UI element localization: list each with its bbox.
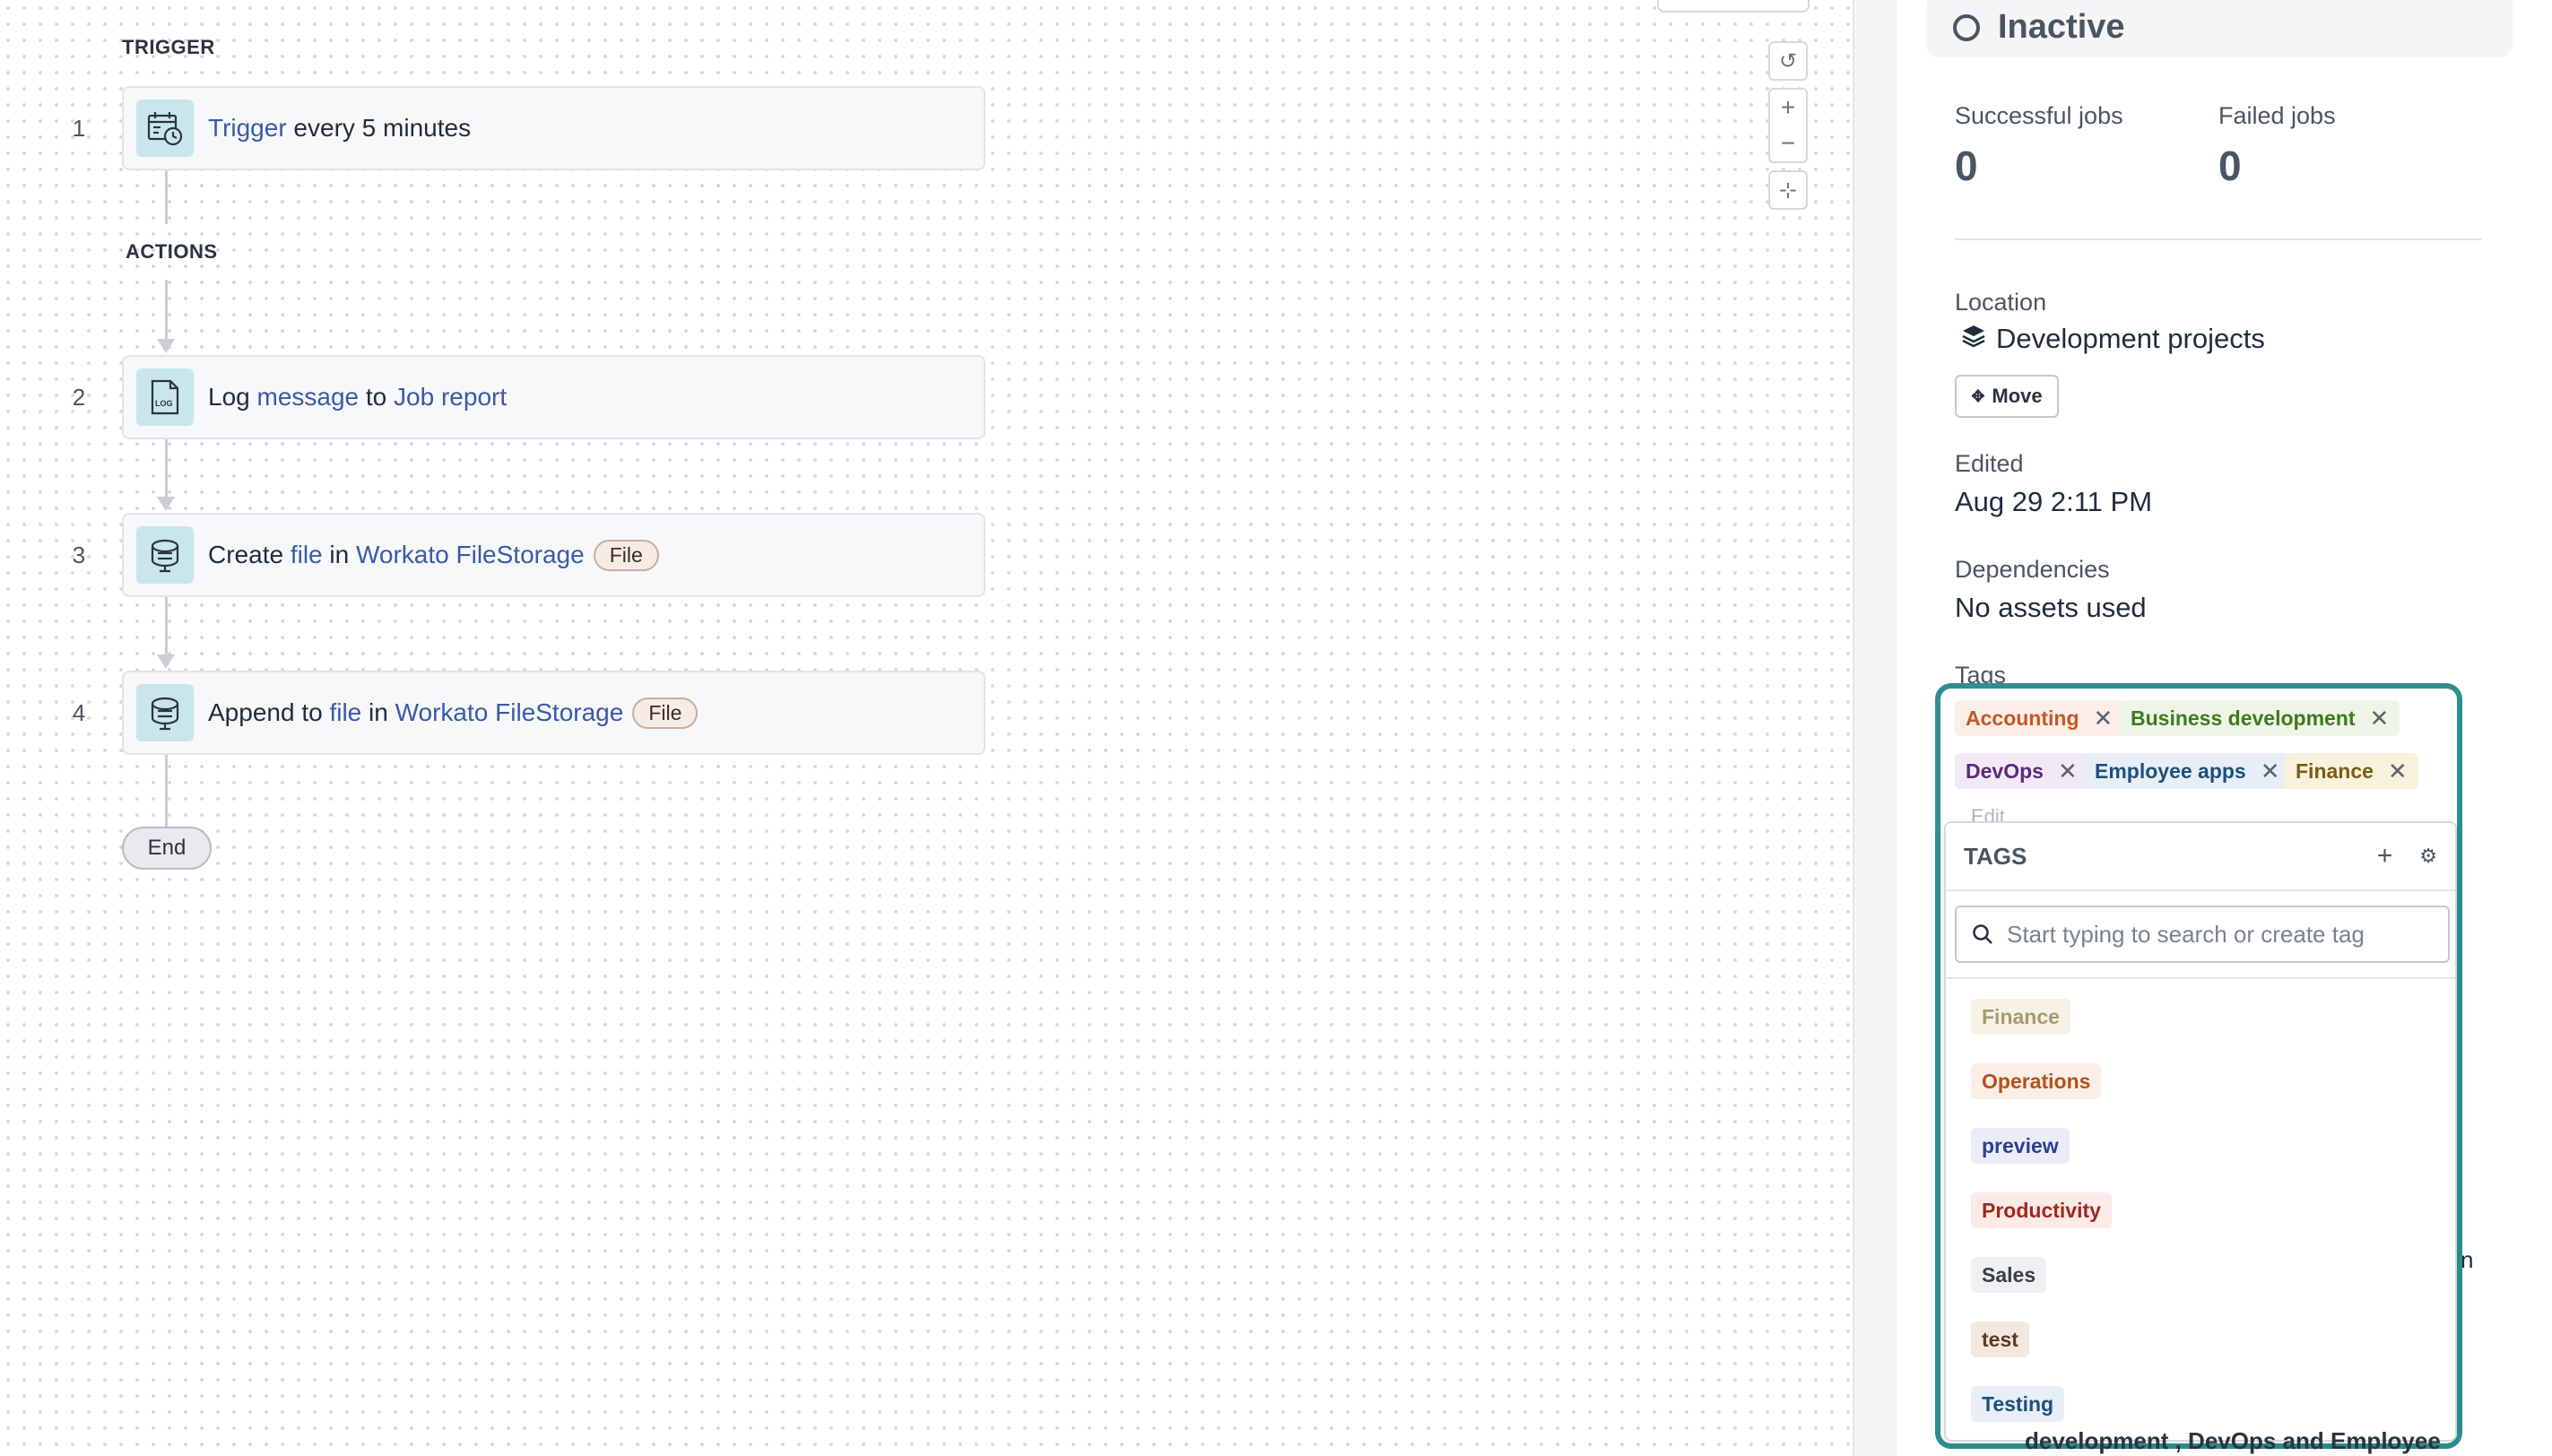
step-number: 4 (72, 699, 86, 726)
dropdown-title: TAGS (1964, 842, 2027, 870)
move-icon: ✥ (1971, 386, 1985, 405)
step-trigger-link[interactable]: Trigger (208, 114, 287, 143)
calendar-clock-icon (136, 100, 194, 157)
tag-label: Business development (2131, 706, 2356, 730)
step-text: Append to (208, 698, 330, 726)
file-pill: File (632, 697, 699, 729)
zoom-out-button[interactable]: − (1781, 129, 1795, 158)
actions-section-label: ACTIONS (126, 240, 218, 263)
tags-dropdown: TAGS + ⚙ Finance Operations preview Prod… (1944, 821, 2457, 1442)
location-value: Development projects (1960, 323, 2265, 355)
step-text: Log (208, 383, 257, 411)
tag-option-sales[interactable]: Sales (1971, 1257, 2047, 1293)
fit-view-button[interactable]: ⊹ (1768, 170, 1808, 210)
workato-filestorage-link[interactable]: Workato FileStorage (356, 541, 585, 569)
add-tag-icon[interactable]: + (2377, 841, 2393, 871)
tags-description-fragment: n (2461, 1246, 2474, 1273)
connector-line (165, 597, 168, 656)
tag-option-productivity[interactable]: Productivity (1971, 1192, 2112, 1228)
connector-line (165, 755, 168, 827)
successful-jobs-label: Successful jobs (1955, 102, 2123, 129)
move-button-label: Move (1992, 385, 2043, 407)
step-log[interactable]: LOG Log message to Job report (122, 355, 985, 439)
reset-view-button[interactable]: ↺ (1768, 41, 1808, 81)
log-icon: LOG (136, 368, 194, 426)
step-create-file[interactable]: Create file in Workato FileStorage File (122, 513, 985, 597)
edited-label: Edited (1955, 450, 2024, 477)
step-text: every 5 minutes (286, 114, 472, 142)
dependencies-label: Dependencies (1955, 556, 2110, 583)
job-report-link[interactable]: Job report (394, 383, 507, 412)
tag-option-preview[interactable]: preview (1971, 1128, 2070, 1164)
tag-option-finance[interactable]: Finance (1971, 999, 2070, 1035)
file-storage-icon (136, 526, 194, 584)
file-link[interactable]: file (291, 541, 323, 569)
file-storage-icon (136, 684, 194, 741)
panel-divider[interactable] (1853, 0, 1897, 1456)
remove-tag-icon[interactable]: ✕ (2058, 758, 2078, 785)
step-trigger[interactable]: Trigger every 5 minutes (122, 86, 985, 170)
successful-jobs-count: 0 (1955, 143, 1978, 189)
tags-description-fragment: development , DevOps and Employee (2025, 1427, 2441, 1454)
location-text[interactable]: Development projects (1996, 323, 2265, 355)
end-node: End (122, 827, 212, 870)
status-box: Inactive (1926, 0, 2513, 57)
step-text: in (361, 698, 395, 726)
step-text: Create (208, 541, 291, 568)
connector-arrow (157, 654, 175, 669)
tag-label: Accounting (1966, 706, 2079, 730)
connector-arrow (157, 339, 175, 353)
tag-label: DevOps (1966, 758, 2044, 783)
location-label: Location (1955, 289, 2047, 316)
dropdown-header: TAGS + ⚙ (1946, 823, 2455, 891)
tag-search-input[interactable] (2007, 920, 2428, 949)
message-link[interactable]: message (257, 383, 360, 412)
step-number: 1 (72, 115, 86, 142)
connector-arrow (157, 497, 175, 511)
tag-search-box (1955, 906, 2450, 963)
connector-line (165, 280, 168, 339)
tag-devops: DevOps ✕ (1955, 753, 2088, 789)
failed-jobs-label: Failed jobs (2218, 102, 2336, 129)
svg-text:LOG: LOG (155, 399, 173, 408)
tag-option-testing[interactable]: Testing (1971, 1386, 2065, 1422)
status-text: Inactive (1998, 8, 2125, 46)
tag-employee-apps: Employee apps ✕ (2084, 753, 2291, 789)
step-text: to (359, 383, 395, 411)
divider-line (1955, 238, 2482, 240)
dependencies-value: No assets used (1955, 592, 2147, 623)
remove-tag-icon[interactable]: ✕ (2094, 705, 2114, 732)
connector-line (165, 439, 168, 498)
connector-line (165, 170, 168, 224)
edited-value: Aug 29 2:11 PM (1955, 486, 2153, 517)
workato-filestorage-link[interactable]: Workato FileStorage (395, 698, 624, 727)
gear-icon[interactable]: ⚙ (2419, 845, 2437, 875)
tag-label: Employee apps (2095, 758, 2246, 783)
step-number: 2 (72, 384, 86, 411)
tag-accounting: Accounting ✕ (1955, 700, 2124, 736)
trigger-section-label: TRIGGER (122, 36, 215, 58)
step-append-file[interactable]: Append to file in Workato FileStorage Fi… (122, 671, 985, 755)
file-pill: File (593, 539, 659, 571)
step-number: 3 (72, 542, 86, 568)
remove-tag-icon[interactable]: ✕ (2261, 758, 2280, 785)
canvas-top-button[interactable] (1657, 0, 1810, 13)
dropdown-separator (1946, 977, 2455, 979)
stack-icon (1960, 323, 1987, 355)
step-text: in (322, 541, 356, 568)
move-button[interactable]: ✥ Move (1955, 375, 2059, 418)
failed-jobs-count: 0 (2218, 143, 2242, 189)
tag-finance: Finance ✕ (2285, 753, 2418, 789)
remove-tag-icon[interactable]: ✕ (2388, 758, 2408, 785)
inactive-status-icon (1953, 14, 1980, 41)
remove-tag-icon[interactable]: ✕ (2370, 705, 2390, 732)
tag-option-test[interactable]: test (1971, 1322, 2029, 1357)
tag-label: Finance (2296, 758, 2374, 783)
search-icon (1973, 924, 1992, 944)
zoom-controls: + − (1768, 88, 1808, 163)
tag-business-development: Business development ✕ (2120, 700, 2400, 736)
zoom-in-button[interactable]: + (1781, 93, 1795, 122)
tag-option-operations[interactable]: Operations (1971, 1063, 2102, 1099)
file-link[interactable]: file (329, 698, 361, 727)
